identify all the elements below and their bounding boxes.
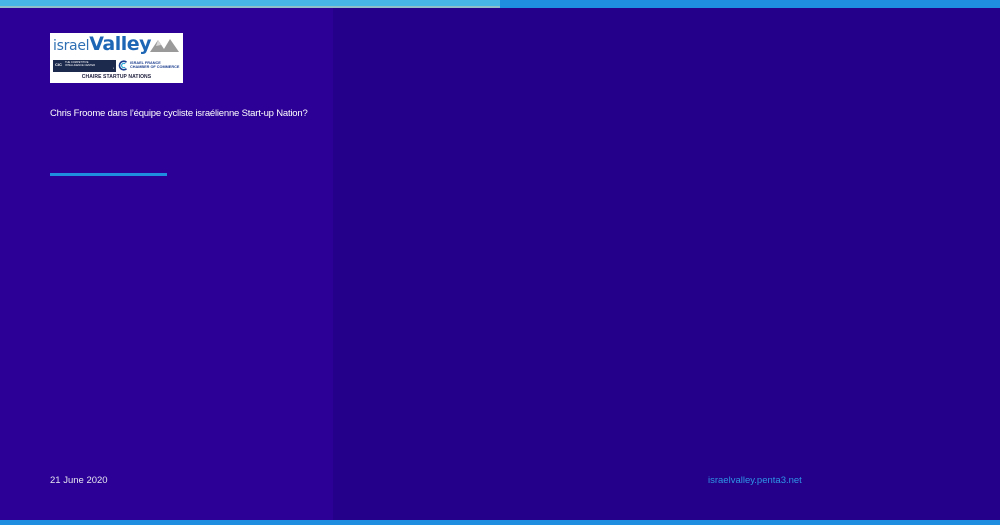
logo-chaire-label: CHAIRE STARTUP NATIONS	[81, 74, 152, 80]
publish-date: 21 June 2020	[50, 475, 108, 486]
right-panel	[333, 8, 1000, 520]
page: israelValley CIC THE COMPETITIVE INTELLI…	[0, 0, 1000, 525]
left-panel	[0, 8, 333, 520]
logo-word-israel: israel	[53, 38, 90, 54]
cic-mark: CIC	[55, 62, 62, 67]
cic-small-mark-icon: ▪	[112, 66, 114, 70]
top-progress-bar	[0, 0, 1000, 8]
bottom-bar	[0, 520, 1000, 525]
accent-divider	[50, 173, 167, 176]
article-title[interactable]: Chris Froome dans l’équipe cycliste isra…	[50, 107, 320, 120]
ccifi-text: ISRAEL FRANCE CHAMBER OF COMMERCE	[130, 61, 180, 70]
cic-badge: CIC THE COMPETITIVE INTELLIGENCE CENTER …	[53, 60, 116, 72]
mountain-peaks-icon	[150, 39, 179, 52]
chamber-of-commerce-icon	[118, 60, 128, 71]
cic-text: THE COMPETITIVE INTELLIGENCE CENTER	[65, 61, 96, 68]
logo-word-valley: Valley	[89, 33, 152, 55]
site-link[interactable]: israelvalley.penta3.net	[708, 475, 802, 486]
logo-wordmark: israelValley	[53, 33, 152, 55]
israelvalley-logo[interactable]: israelValley CIC THE COMPETITIVE INTELLI…	[50, 33, 183, 83]
